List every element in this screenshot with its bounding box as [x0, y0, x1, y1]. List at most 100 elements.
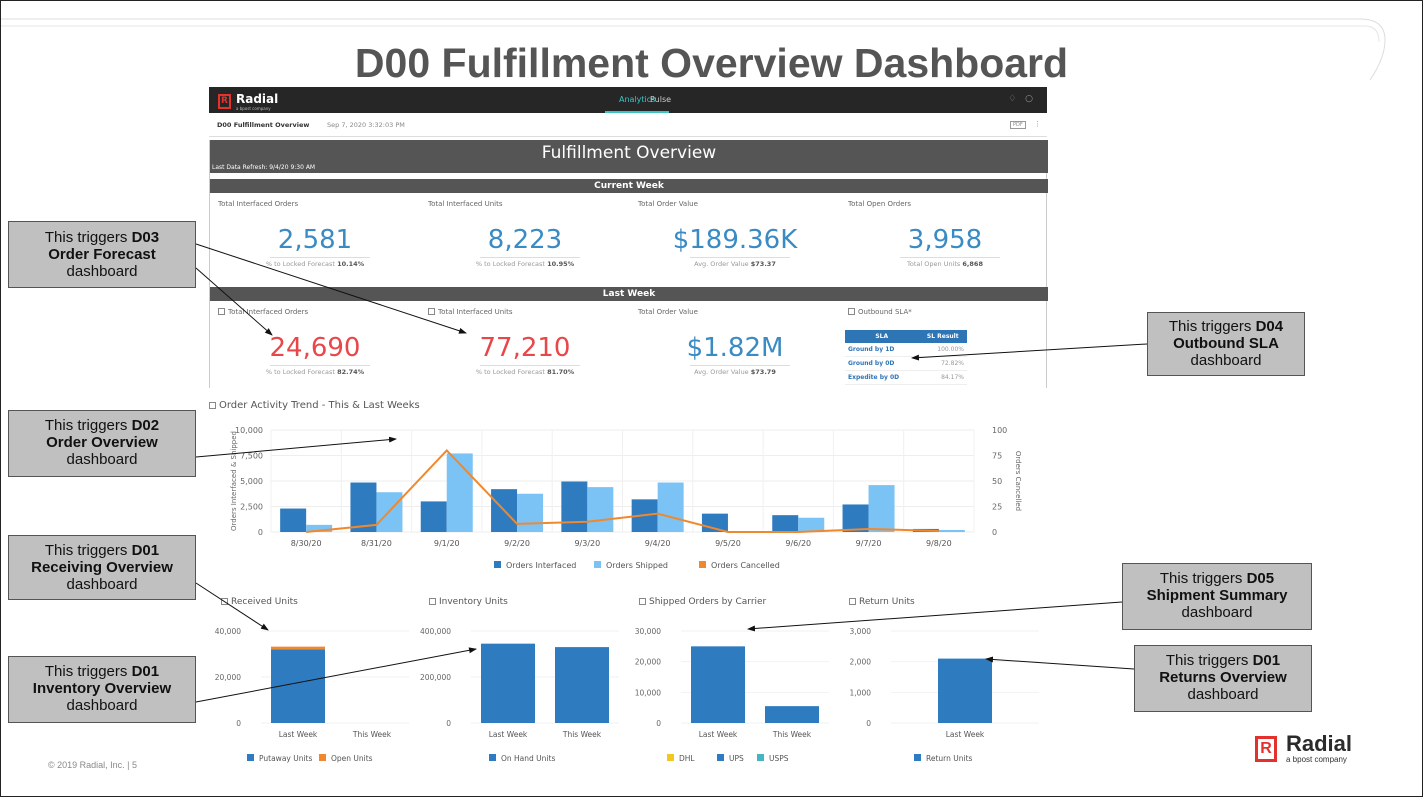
- bar-orders-interfaced: [420, 501, 447, 532]
- legend-swatch: [489, 754, 496, 761]
- y-axis-label: Orders Interfaced & Shipped: [230, 431, 238, 531]
- y-tick-label: 2,500: [240, 503, 263, 512]
- y2-tick-label: 75: [992, 452, 1002, 461]
- drill-icon: [428, 308, 435, 315]
- kpi-label: Total Interfaced Units: [428, 308, 512, 316]
- more-icon[interactable]: ⋮: [1034, 120, 1041, 128]
- kpi-sub-value: 10.95%: [547, 260, 575, 268]
- inventory-title: Inventory Units: [429, 597, 508, 607]
- kpi-sub: Total Open Units 6,868: [840, 260, 1050, 268]
- legend-label: Orders Shipped: [606, 561, 668, 570]
- callout-post: dashboard: [66, 451, 138, 468]
- radial-logo-icon: R: [1255, 735, 1277, 762]
- kpi-open-orders[interactable]: Total Open Orders 3,958 Total Open Units…: [840, 200, 1050, 301]
- y-tick-label: 200,000: [420, 673, 451, 682]
- bell-icon[interactable]: ♢: [1008, 94, 1016, 104]
- shipped-orders-chart[interactable]: 0 10,000 20,000 30,000 Last Week This Week DHL…: [629, 617, 834, 767]
- y2-tick-label: 0: [992, 528, 997, 537]
- y-tick-label: 40,000: [215, 627, 241, 636]
- y-tick-label: 400,000: [420, 627, 451, 636]
- legend-label: USPS: [769, 754, 789, 763]
- user-icon[interactable]: ○: [1025, 94, 1033, 104]
- sla-col-header[interactable]: SLA: [845, 330, 919, 343]
- kpi-value: 2,581: [277, 225, 353, 255]
- table-row[interactable]: Expedite by 0D 84.17%: [845, 370, 967, 385]
- x-tick-label: Last Week: [699, 730, 738, 739]
- kpi-value: 77,210: [479, 333, 571, 363]
- app-logo-text: Radial: [236, 92, 279, 106]
- dashboard-date: Sep 7, 2020 3:32:03 PM: [327, 121, 405, 129]
- kpi-sub-label: % to Locked Forecast: [265, 260, 335, 268]
- sla-table[interactable]: SLA SL Result Ground by 1D 100.00% Ground…: [845, 330, 967, 385]
- trend-chart-title: Order Activity Trend - This & Last Weeks: [209, 400, 420, 411]
- kpi-divider: [900, 257, 1000, 258]
- kpi-label: Total Order Value: [638, 200, 698, 208]
- kpi-divider: [690, 257, 790, 258]
- drill-icon: [221, 598, 228, 605]
- kpi-sub: % to Locked Forecast 81.70%: [420, 368, 630, 376]
- y2-tick-label: 100: [992, 426, 1007, 435]
- app-logo[interactable]: R Radial a bpost company: [218, 92, 278, 111]
- callout-d05: This triggers D05 Shipment Summary dashb…: [1122, 563, 1312, 630]
- x-tick-label: 9/8/20: [926, 539, 952, 548]
- kpi-interfaced-orders[interactable]: Total Interfaced Orders 2,581 % to Locke…: [210, 200, 420, 301]
- kpi-order-value[interactable]: Total Order Value $189.36K Avg. Order Va…: [630, 200, 840, 301]
- pdf-icon[interactable]: PDF: [1010, 121, 1026, 129]
- bar-on-hand-units: [555, 647, 609, 723]
- x-tick-label: 9/6/20: [785, 539, 811, 548]
- kpi-sub: Avg. Order Value $73.37: [630, 260, 840, 268]
- return-units-chart[interactable]: 0 1,000 2,000 3,000 Last Week Return Units: [839, 617, 1044, 767]
- kpi-label: Total Open Orders: [848, 200, 912, 208]
- sla-col-header[interactable]: SL Result: [918, 330, 967, 343]
- kpi-label-text: Total Interfaced Orders: [228, 308, 309, 316]
- table-row[interactable]: Ground by 0D 72.82%: [845, 356, 967, 371]
- kpi-lw-interfaced-orders[interactable]: Total Interfaced Orders 24,690 % to Lock…: [210, 308, 420, 408]
- callout-code: D03: [131, 229, 160, 246]
- bar-orders-shipped: [587, 487, 614, 532]
- kpi-divider: [690, 365, 790, 366]
- bar-orders-interfaced: [561, 481, 588, 532]
- received-units-chart[interactable]: 0 20,000 40,000 Last Week This Week Putaway U…: [209, 617, 414, 767]
- callout-name: Inventory Overview: [32, 680, 172, 697]
- drill-icon: [639, 598, 646, 605]
- callout-pre: This triggers: [44, 417, 132, 434]
- kpi-lw-order-value[interactable]: Total Order Value $1.82M Avg. Order Valu…: [630, 308, 840, 408]
- legend-swatch: [494, 561, 501, 568]
- table-row[interactable]: Ground by 1D 100.00%: [845, 343, 967, 357]
- kpi-value: 24,690: [269, 333, 361, 363]
- bar-return-units: [938, 658, 992, 723]
- kpi-sub-label: % to Locked Forecast: [475, 260, 545, 268]
- callout-post: dashboard: [66, 263, 138, 280]
- y-tick-label: 3,000: [850, 627, 872, 636]
- kpi-interfaced-units[interactable]: Total Interfaced Units 8,223 % to Locked…: [420, 200, 630, 301]
- bar-orders-shipped: [868, 485, 895, 532]
- kpi-label: Total Interfaced Orders: [218, 200, 299, 208]
- y2-tick-label: 25: [992, 503, 1002, 512]
- fulfillment-overview: Fulfillment Overview Last Data Refresh: …: [209, 140, 1050, 388]
- app-logo-tagline: a bpost company: [236, 106, 271, 111]
- x-tick-label: 9/2/20: [504, 539, 530, 548]
- y-tick-label: 20,000: [635, 658, 661, 667]
- tab-pulse[interactable]: Pulse: [650, 95, 671, 104]
- current-week-header: Current Week: [210, 179, 1048, 193]
- callout-code: D01: [1252, 652, 1281, 669]
- order-activity-chart[interactable]: 0 2,500 5,000 7,500 10,000 0 25 50 75 100 8/30/20 8…: [209, 415, 1047, 595]
- sla-name: Ground by 0D: [845, 356, 919, 371]
- x-tick-label: 9/7/20: [856, 539, 882, 548]
- sla-name: Expedite by 0D: [845, 370, 919, 385]
- kpi-lw-interfaced-units[interactable]: Total Interfaced Units 77,210 % to Locke…: [420, 308, 630, 408]
- received-title: Received Units: [221, 597, 298, 607]
- callout-name: Returns Overview: [1159, 669, 1287, 686]
- y-tick-label: 0: [236, 719, 241, 728]
- callout-code: D01: [131, 663, 160, 680]
- dashboard-subheader: D00 Fulfillment Overview Sep 7, 2020 3:3…: [209, 113, 1047, 137]
- bar-orders-shipped: [657, 482, 684, 532]
- kpi-sub-label: Avg. Order Value: [694, 260, 749, 268]
- y-tick-label: 5,000: [240, 477, 263, 486]
- inventory-units-chart[interactable]: 0 200,000 400,000 Last Week This Week On Hand…: [419, 617, 624, 767]
- last-week-header: Last Week: [210, 287, 1048, 301]
- callout-d04: This triggers D04 Outbound SLA dashboard: [1147, 312, 1305, 376]
- panel-title-text: Shipped Orders by Carrier: [649, 597, 767, 607]
- callout-post: dashboard: [66, 697, 138, 714]
- slide: D00 Fulfillment Overview Dashboard R Rad…: [0, 0, 1423, 797]
